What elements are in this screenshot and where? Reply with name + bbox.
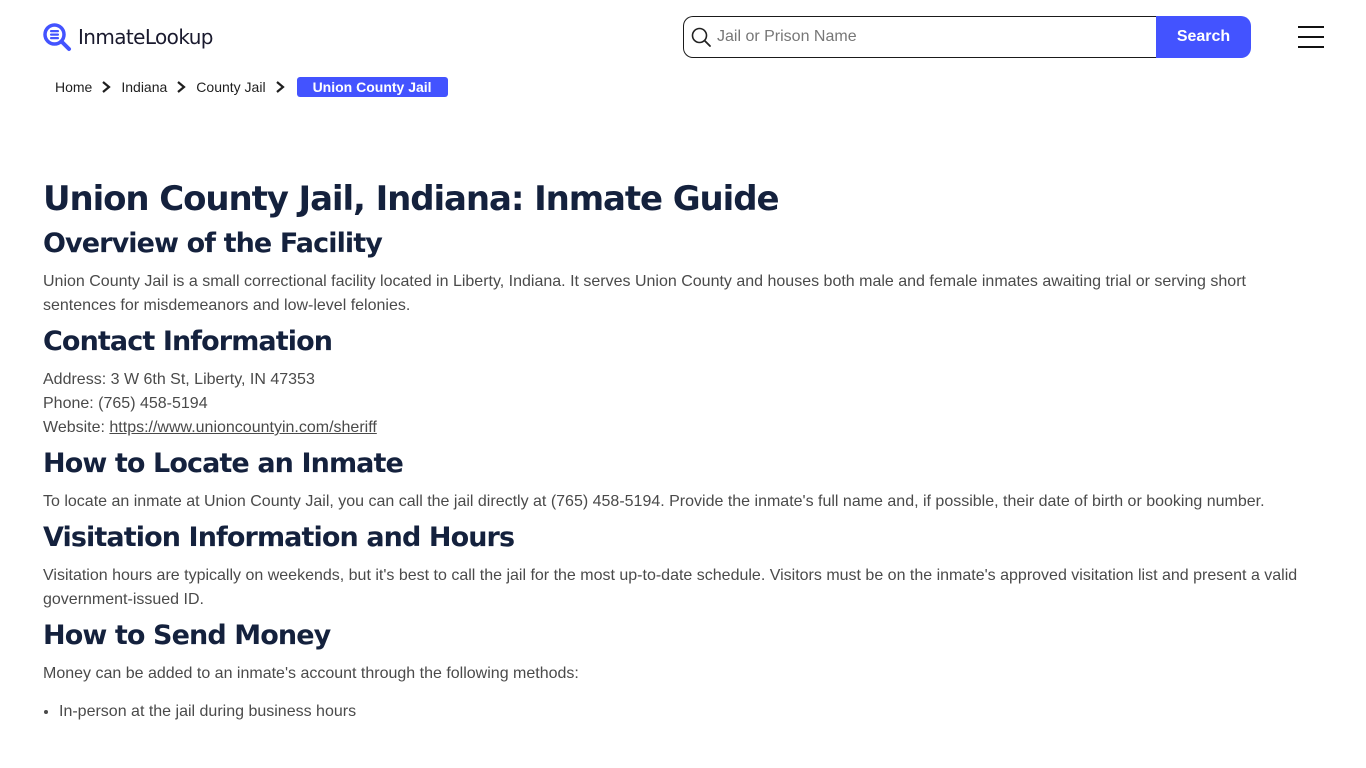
- section-overview: Overview of the Facility Union County Ja…: [43, 224, 1323, 318]
- search-button[interactable]: Search: [1156, 16, 1251, 58]
- chevron-right-icon: [177, 81, 187, 93]
- address-value: 3 W 6th St, Liberty, IN 47353: [110, 371, 315, 388]
- address-line: Address: 3 W 6th St, Liberty, IN 47353: [43, 368, 1323, 392]
- section-contact: Contact Information Address: 3 W 6th St,…: [43, 322, 1323, 440]
- section-heading: How to Send Money: [43, 620, 331, 651]
- chevron-right-icon: [275, 81, 285, 93]
- phone-label: Phone:: [43, 395, 94, 412]
- website-label: Website:: [43, 419, 105, 436]
- breadcrumb-home[interactable]: Home: [55, 79, 92, 95]
- address-label: Address:: [43, 371, 107, 388]
- site-header: InmateLookup Search: [0, 0, 1366, 70]
- phone-line: Phone: (765) 458-5194: [43, 392, 1323, 416]
- contact-info: Address: 3 W 6th St, Liberty, IN 47353 P…: [43, 368, 1323, 440]
- logo-link[interactable]: InmateLookup: [42, 22, 213, 52]
- logo-magnifier-icon: [43, 23, 71, 51]
- menu-bar: [1298, 46, 1324, 48]
- logo-text: InmateLookup: [78, 25, 213, 49]
- page-title: Union County Jail, Indiana: Inmate Guide: [43, 179, 780, 219]
- section-heading: Visitation Information and Hours: [43, 522, 515, 553]
- breadcrumb: Home Indiana County Jail Union County Ja…: [55, 76, 448, 98]
- menu-bar: [1298, 26, 1324, 28]
- section-heading: How to Locate an Inmate: [43, 448, 404, 479]
- search-form: Search: [683, 16, 1251, 58]
- website-link[interactable]: https://www.unioncountyin.com/sheriff: [109, 419, 376, 436]
- website-line: Website: https://www.unioncountyin.com/s…: [43, 416, 1323, 440]
- section-locate-inmate: How to Locate an Inmate To locate an inm…: [43, 444, 1323, 514]
- section-heading: Overview of the Facility: [43, 228, 383, 259]
- hamburger-menu-icon[interactable]: [1298, 26, 1324, 48]
- search-box: [683, 16, 1156, 58]
- search-icon: [691, 27, 711, 47]
- article-content: Union County Jail, Indiana: Inmate Guide…: [43, 176, 1323, 724]
- section-send-money: How to Send Money Money can be added to …: [43, 616, 1323, 724]
- chevron-right-icon: [102, 81, 112, 93]
- phone-value: (765) 458-5194: [98, 395, 208, 412]
- breadcrumb-indiana[interactable]: Indiana: [121, 79, 167, 95]
- money-methods-list: In-person at the jail during business ho…: [43, 700, 1323, 724]
- menu-bar: [1298, 36, 1324, 38]
- breadcrumb-current: Union County Jail: [296, 77, 448, 97]
- section-heading: Contact Information: [43, 326, 333, 357]
- section-text: Visitation hours are typically on weeken…: [43, 567, 1298, 608]
- breadcrumb-county-jail[interactable]: County Jail: [196, 79, 265, 95]
- list-item: In-person at the jail during business ho…: [59, 700, 1323, 724]
- search-input[interactable]: [712, 17, 1156, 57]
- section-visitation: Visitation Information and Hours Visitat…: [43, 518, 1323, 612]
- section-text: Money can be added to an inmate's accoun…: [43, 665, 579, 682]
- section-text: Union County Jail is a small correctiona…: [43, 273, 1246, 314]
- section-text: To locate an inmate at Union County Jail…: [43, 493, 1265, 510]
